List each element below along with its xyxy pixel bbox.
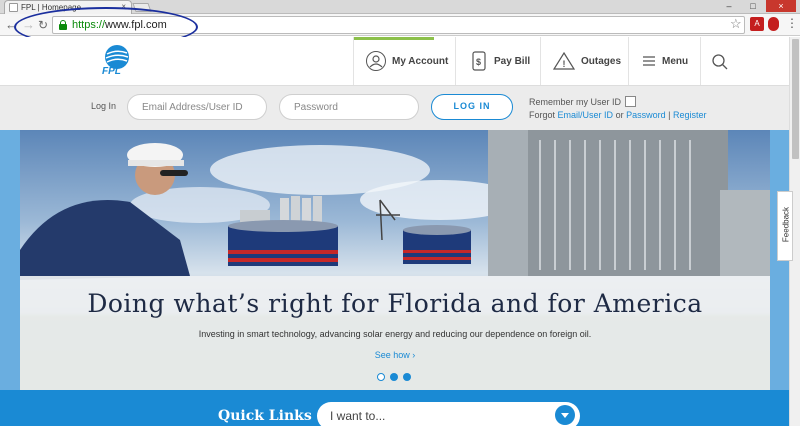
- remember-label: Remember my User ID: [529, 97, 622, 107]
- url-scheme: https://: [72, 19, 106, 31]
- carousel-dot-2[interactable]: [390, 373, 398, 381]
- user-icon: [366, 51, 386, 71]
- bill-icon: $: [472, 51, 486, 71]
- bookmark-star-icon[interactable]: ☆: [730, 16, 742, 32]
- url-host: www.fpl.com: [105, 19, 167, 31]
- new-tab-button[interactable]: [132, 3, 152, 12]
- carousel-dot-3[interactable]: [403, 373, 411, 381]
- nav-divider: [353, 37, 354, 85]
- close-window-icon[interactable]: ×: [766, 0, 796, 12]
- search-icon[interactable]: [711, 53, 729, 71]
- hero-title: Doing what’s right for Florida and for A…: [87, 289, 703, 318]
- svg-text:!: !: [563, 59, 566, 69]
- login-button[interactable]: LOG IN: [431, 94, 513, 120]
- reload-icon[interactable]: ↻: [38, 17, 48, 33]
- password-field[interactable]: Password: [279, 94, 419, 120]
- lock-icon: [59, 20, 67, 30]
- minimize-icon[interactable]: –: [718, 0, 740, 12]
- svg-text:$: $: [476, 57, 481, 67]
- email-placeholder: Email Address/User ID: [142, 102, 243, 113]
- back-icon[interactable]: ←: [5, 17, 18, 33]
- url-text: https://www.fpl.com: [72, 19, 167, 31]
- forgot-separator: |: [668, 110, 671, 120]
- register-link[interactable]: Register: [673, 110, 707, 120]
- logo-text: FPL: [102, 66, 121, 77]
- tab-title: FPL | Homepage: [21, 3, 82, 12]
- maximize-icon[interactable]: □: [742, 0, 764, 12]
- nav-pay-bill[interactable]: $ Pay Bill: [472, 37, 530, 85]
- nav-label: Pay Bill: [494, 55, 531, 67]
- nav-divider: [455, 37, 456, 85]
- nav-label: Outages: [581, 55, 622, 67]
- forgot-or: or: [615, 110, 624, 120]
- remember-checkbox[interactable]: [625, 96, 636, 107]
- browser-toolbar: ← → ↻ https://www.fpl.com: [0, 14, 800, 36]
- see-how-link[interactable]: See how ›: [20, 350, 770, 360]
- forgot-prefix: Forgot: [529, 110, 556, 120]
- feedback-label: Feedback: [781, 206, 791, 243]
- nav-outages[interactable]: ! Outages: [553, 37, 621, 85]
- browser-tab[interactable]: FPL | Homepage ×: [4, 0, 132, 14]
- carousel-dot-1[interactable]: [377, 373, 385, 381]
- chevron-down-icon[interactable]: [555, 405, 575, 425]
- forgot-line: Forgot Email/User ID or Password | Regis…: [529, 110, 707, 120]
- forgot-password-link[interactable]: Password: [626, 110, 666, 120]
- extension-opera-icon[interactable]: [768, 17, 779, 31]
- nav-divider: [700, 37, 701, 85]
- hero-subtitle: Investing in smart technology, advancing…: [198, 329, 592, 339]
- login-label: Log In: [91, 101, 117, 111]
- nav-my-account[interactable]: My Account: [366, 37, 448, 85]
- email-field[interactable]: Email Address/User ID: [127, 94, 267, 120]
- nav-divider: [540, 37, 541, 85]
- scroll-thumb[interactable]: [792, 39, 799, 159]
- browser-tab-strip: FPL | Homepage × – □ ×: [0, 0, 800, 14]
- password-placeholder: Password: [294, 102, 338, 113]
- forward-icon[interactable]: →: [22, 17, 35, 33]
- nav-menu[interactable]: Menu: [643, 37, 688, 85]
- browser-menu-icon[interactable]: ⋮: [786, 16, 798, 30]
- page-favicon-icon: [9, 3, 18, 12]
- hamburger-icon: [643, 56, 655, 66]
- extension-pdf-icon[interactable]: A: [750, 17, 764, 31]
- warning-icon: !: [553, 51, 575, 70]
- nav-label: Menu: [662, 55, 689, 67]
- quick-links-label: Quick Links: [218, 408, 312, 424]
- close-tab-icon[interactable]: ×: [121, 2, 126, 11]
- forgot-user-link[interactable]: Email/User ID: [558, 110, 614, 120]
- quick-links-value: I want to...: [330, 409, 386, 423]
- nav-divider: [628, 37, 629, 85]
- address-bar[interactable]: https://www.fpl.com: [52, 16, 745, 34]
- feedback-tab[interactable]: Feedback: [777, 191, 793, 261]
- carousel-dots: [377, 373, 411, 381]
- nav-label: My Account: [392, 55, 449, 67]
